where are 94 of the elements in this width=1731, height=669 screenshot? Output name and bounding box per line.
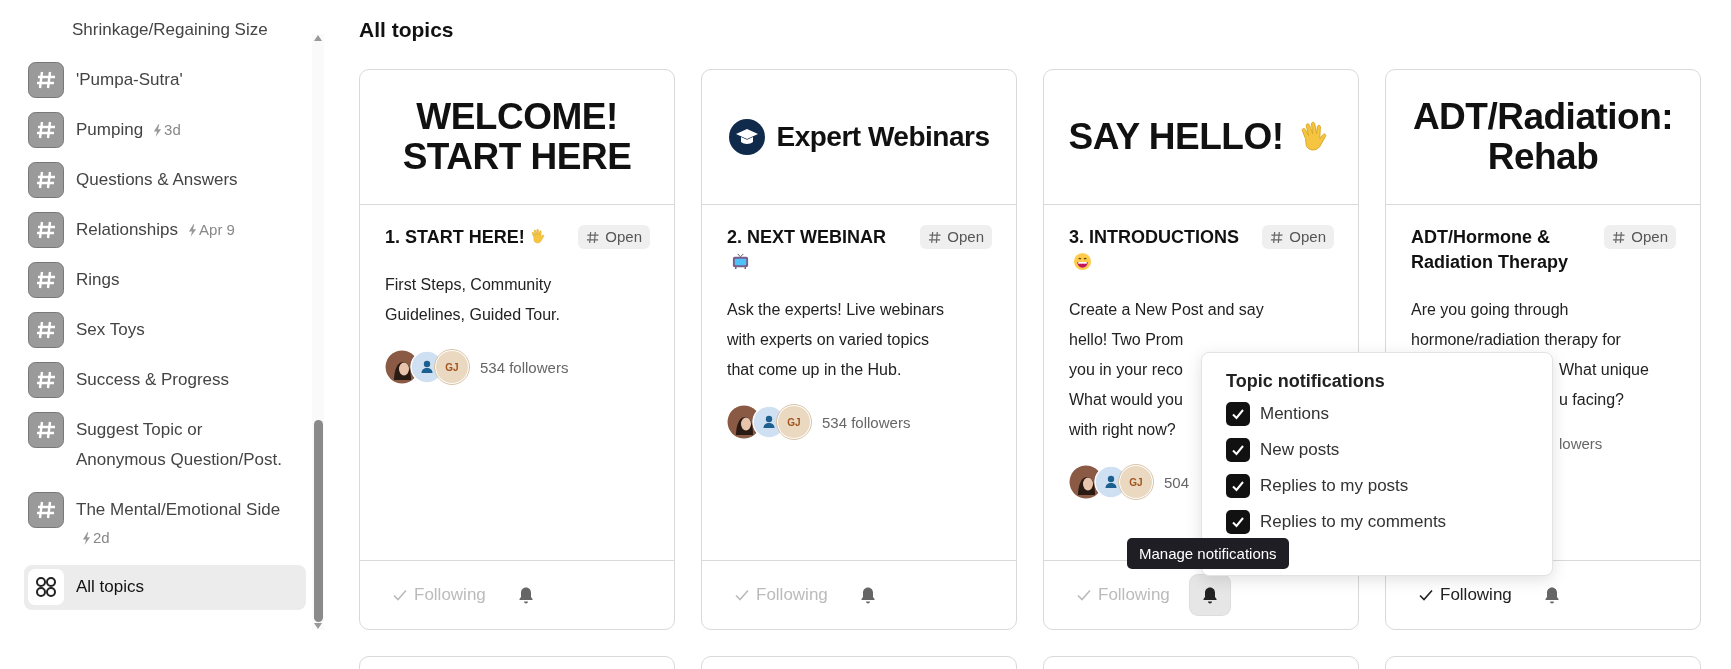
topic-name: Suggest Topic or Anonymous Question/Post. xyxy=(76,419,283,471)
description-line: What would you xyxy=(1069,390,1183,410)
topic-name: Sex Toys xyxy=(76,319,145,341)
graduation-cap-icon xyxy=(728,119,765,155)
checkbox[interactable] xyxy=(1226,402,1250,426)
checkbox[interactable] xyxy=(1226,438,1250,462)
description-line: hormone/radiation therapy for xyxy=(1411,330,1621,350)
topic-title: 2. NEXT WEBINAR xyxy=(727,225,905,275)
hash-icon xyxy=(28,162,64,198)
follower-count: lowers xyxy=(1559,435,1603,452)
hash-icon xyxy=(28,312,64,348)
description-line: that come up in the Hub. xyxy=(727,360,902,380)
open-badge: Open xyxy=(1604,225,1676,249)
hash-icon xyxy=(28,112,64,148)
description-line: Guidelines, Guided Tour. xyxy=(385,305,560,325)
hash-icon xyxy=(586,230,600,244)
hash-icon xyxy=(28,362,64,398)
bell-icon xyxy=(1543,586,1560,604)
following-button[interactable]: Following xyxy=(1416,581,1514,609)
banner-title: ADT/Radiation: Rehab xyxy=(1412,97,1674,177)
description-line: Create a New Post and say xyxy=(1069,300,1264,320)
follower-count: 534 followers xyxy=(480,358,569,376)
banner-title: Expert Webinars xyxy=(776,120,990,154)
activity-time: 3d xyxy=(153,115,181,145)
banner-title: SAY HELLO! xyxy=(1068,117,1284,157)
page-title: All topics xyxy=(359,18,455,42)
description-line: hello! Two Prom xyxy=(1069,330,1184,350)
bell-icon xyxy=(1201,586,1218,604)
description-line: Ask the experts! Live webinars xyxy=(727,300,944,320)
hash-icon xyxy=(28,412,64,448)
sidebar-item[interactable]: Relationships Apr 9 xyxy=(24,207,306,253)
topic-name: Pumping xyxy=(76,119,144,141)
check-icon xyxy=(1076,587,1092,603)
scrollbar[interactable] xyxy=(312,34,324,630)
description-line: with experts on varied topics xyxy=(727,330,929,350)
bell-icon xyxy=(859,586,876,604)
topic-name: 'Pumpa-Sutra' xyxy=(76,69,183,91)
bolt-icon xyxy=(82,531,91,545)
avatar: GJ xyxy=(435,350,469,384)
topic-name: Rings xyxy=(76,269,120,291)
sidebar-item[interactable]: Rings xyxy=(24,257,306,303)
hash-icon xyxy=(28,62,64,98)
open-badge: Open xyxy=(1262,225,1334,249)
checkbox[interactable] xyxy=(1226,474,1250,498)
description-line: you in your reco xyxy=(1069,360,1183,380)
hash-icon xyxy=(928,230,942,244)
scroll-up-icon[interactable] xyxy=(313,34,323,42)
check-icon xyxy=(734,587,750,603)
bolt-icon xyxy=(188,223,198,237)
banner-title: WELCOME! START HERE xyxy=(402,97,632,177)
bolt-icon xyxy=(153,123,163,137)
avatar: GJ xyxy=(1119,465,1153,499)
grid-icon xyxy=(28,569,64,605)
description-line: u facing? xyxy=(1559,390,1624,410)
follower-count: 534 followers xyxy=(822,413,911,431)
hash-icon xyxy=(28,262,64,298)
check-icon xyxy=(1418,587,1434,603)
topic-name: Success & Progress xyxy=(76,369,230,391)
hash-icon xyxy=(28,212,64,248)
sidebar-item[interactable]: Questions & Answers xyxy=(24,157,306,203)
follower-count: 504 xyxy=(1164,473,1190,491)
topic-name: All topics xyxy=(76,576,145,598)
description-line: First Steps, Community xyxy=(385,275,552,295)
activity-time: Apr 9 xyxy=(188,215,235,245)
topic-name: Questions & Answers xyxy=(76,169,238,191)
sidebar-item[interactable]: Sex Toys xyxy=(24,307,306,353)
sidebar-item[interactable]: Shrinkage/Regaining Size xyxy=(24,12,306,53)
bell-icon xyxy=(517,586,534,604)
topic-title: 3. INTRODUCTIONS xyxy=(1069,225,1247,275)
checkbox[interactable] xyxy=(1226,510,1250,534)
description-line: What unique xyxy=(1559,360,1649,380)
sidebar-item[interactable]: Pumping 3d xyxy=(24,107,306,153)
topic-name: Relationships xyxy=(76,219,179,241)
sidebar-item[interactable]: All topics xyxy=(24,565,306,610)
topic-title: ADT/Hormone & Radiation Therapy xyxy=(1411,226,1570,274)
description-line: Are you going through xyxy=(1411,300,1569,320)
topic-title: 1. START HERE! xyxy=(385,225,548,250)
hash-icon xyxy=(28,492,64,528)
tooltip: Manage notifications xyxy=(1127,538,1289,569)
topic-name: The Mental/Emotional Side xyxy=(76,499,281,521)
check-icon xyxy=(392,587,408,603)
activity-time: 2d xyxy=(76,525,291,551)
hash-icon xyxy=(1270,230,1284,244)
open-badge: Open xyxy=(578,225,650,249)
sidebar-item[interactable]: Success & Progress xyxy=(24,357,306,403)
sidebar-item[interactable]: Suggest Topic or Anonymous Question/Post. xyxy=(24,407,306,483)
sidebar-item[interactable]: 'Pumpa-Sutra' xyxy=(24,57,306,103)
sidebar-item[interactable]: The Mental/Emotional Side 2d xyxy=(24,487,306,559)
hash-icon xyxy=(1612,230,1626,244)
notifications-button[interactable] xyxy=(1189,575,1230,615)
avatar: GJ xyxy=(777,405,811,439)
topic-name: Shrinkage/Regaining Size xyxy=(72,19,268,41)
description-line: with right now? xyxy=(1069,420,1176,440)
open-badge: Open xyxy=(920,225,992,249)
